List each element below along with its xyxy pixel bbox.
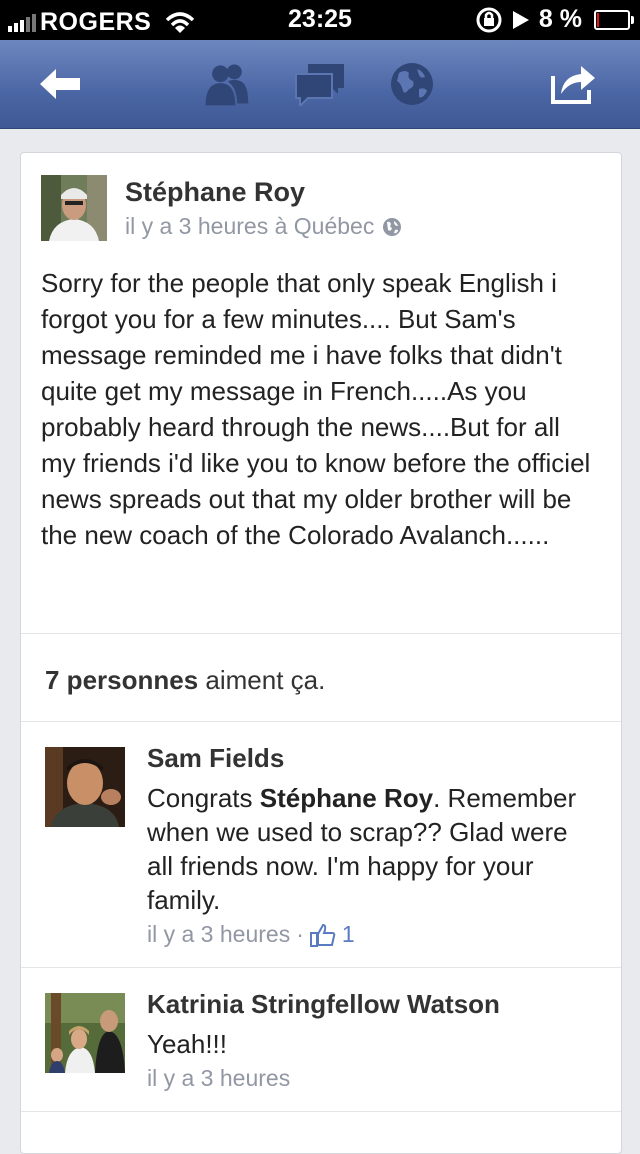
comment-time[interactable]: il y a 3 heures [147,921,290,948]
commenter-avatar[interactable] [45,993,125,1073]
post-time-location[interactable]: il y a 3 heures à Québec [125,213,374,240]
comment-like-count[interactable]: 1 [342,921,355,948]
commenter-name[interactable]: Sam Fields [147,743,284,774]
comment-text-start: Congrats [147,783,260,813]
share-button[interactable] [548,58,600,110]
comment-meta: il y a 3 heures · 1 [147,921,355,948]
likes-count[interactable]: 7 personnes [45,665,198,695]
avatar-photo [45,993,125,1073]
battery-percent: 8 % [538,5,582,33]
friends-icon [205,64,249,106]
commenter-name[interactable]: Katrinia Stringfellow Watson [147,989,500,1020]
battery-fill [597,12,599,27]
avatar-photo [41,175,107,241]
avatar-photo [45,747,125,827]
messages-icon [295,64,344,106]
navigation-bar [0,40,640,129]
comment-body: Yeah!!! [147,1029,228,1059]
rotation-lock-icon [476,7,502,32]
comment-time[interactable]: il y a 3 heures [147,1065,290,1092]
divider [21,967,621,968]
comment-mention[interactable]: Stéphane Roy [260,783,433,813]
messages-button[interactable] [294,58,346,110]
thumbs-up-icon [309,923,336,947]
author-avatar[interactable] [41,175,107,241]
likes-summary[interactable]: 7 personnes aiment ça. [45,665,325,696]
notifications-button[interactable] [386,58,438,110]
post-meta: il y a 3 heures à Québec [125,213,402,240]
comment-body: Congrats Stéphane Roy. Remember when we … [147,781,597,917]
globe-icon [391,63,433,105]
divider [21,721,621,722]
status-bar: ROGERS 23:25 8 % [0,0,640,40]
divider [21,1111,621,1112]
commenter-avatar[interactable] [45,747,125,827]
back-arrow-icon [40,69,80,99]
back-button[interactable] [34,58,86,110]
comment-meta: il y a 3 heures [147,1065,290,1092]
post-card: Stéphane Roy il y a 3 heures à Québec So… [20,152,622,1154]
meta-separator: · [296,921,304,947]
friend-requests-button[interactable] [200,58,252,110]
share-icon [551,66,595,104]
likes-text: aiment ça. [205,665,326,695]
post-author-name[interactable]: Stéphane Roy [125,177,305,208]
post-body: Sorry for the people that only speak Eng… [41,268,591,550]
public-globe-icon [383,217,402,236]
battery-icon [594,9,634,30]
divider [21,633,621,634]
location-arrow-icon [512,10,529,29]
